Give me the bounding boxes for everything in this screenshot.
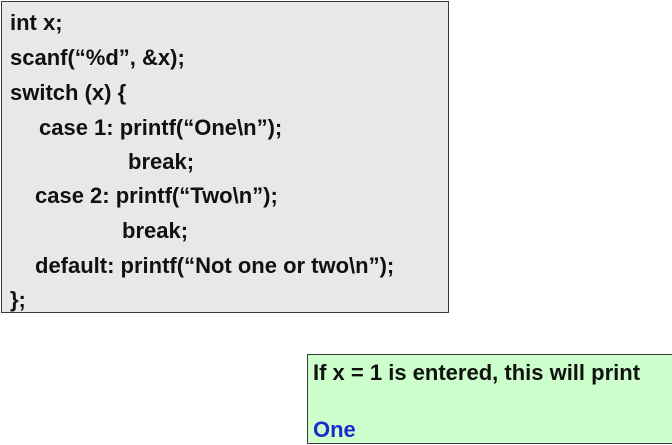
code-line: switch (x) {	[10, 80, 127, 105]
code-line: };	[10, 287, 26, 312]
output-note-panel: If x = 1 is entered, this will print One	[307, 354, 672, 444]
code-line: case 1: printf(“One\n”);	[39, 115, 283, 140]
code-line: int x;	[10, 10, 63, 35]
note-caption: If x = 1 is entered, this will print	[313, 360, 641, 385]
code-line: break;	[122, 218, 189, 243]
code-line: default: printf(“Not one or two\n”);	[35, 253, 395, 278]
code-line: break;	[128, 149, 195, 174]
code-line: scanf(“%d”, &x);	[10, 45, 185, 70]
note-output: One	[313, 417, 356, 442]
code-line: case 2: printf(“Two\n”);	[35, 183, 278, 208]
code-panel: int x; scanf(“%d”, &x); switch (x) { cas…	[1, 1, 449, 313]
